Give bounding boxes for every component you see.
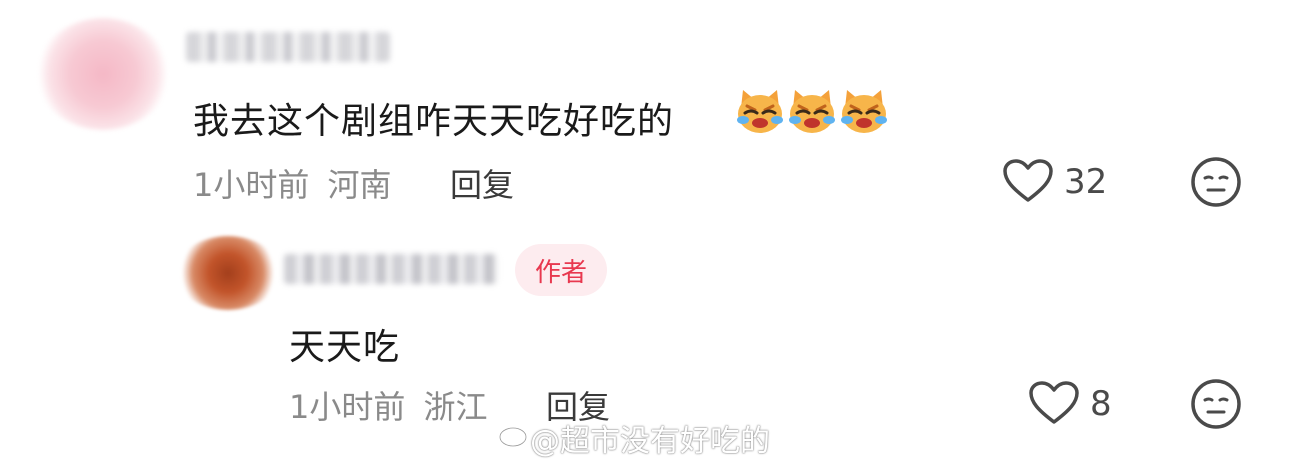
- author-username-blurred[interactable]: [284, 254, 498, 284]
- like-count: 32: [1064, 162, 1108, 202]
- reply-time: 1小时前: [289, 388, 406, 426]
- meh-face-icon[interactable]: [1190, 156, 1242, 208]
- author-badge: 作者: [515, 244, 607, 296]
- meh-face-icon[interactable]: [1190, 378, 1242, 430]
- heart-outline-icon[interactable]: [1002, 158, 1054, 204]
- author-avatar[interactable]: [176, 236, 280, 310]
- reply-text: 天天吃: [289, 327, 401, 368]
- like-count: 8: [1090, 384, 1112, 424]
- reply-meta: 1小时前 浙江: [289, 382, 488, 428]
- comment-text: 我去这个剧组咋天天吃好吃的: [193, 101, 675, 142]
- commenter-username-blurred[interactable]: [186, 32, 390, 62]
- comment-time: 1小时前: [193, 166, 310, 204]
- comment-location: 河南: [327, 166, 392, 204]
- watermark-text: @超市没有好吃的: [530, 424, 770, 459]
- reply-location: 浙江: [423, 388, 488, 426]
- comment-meta: 1小时前 河南: [193, 160, 392, 206]
- reply-button[interactable]: 回复: [450, 160, 514, 206]
- crying-cat-icon: [841, 90, 887, 133]
- heart-outline-icon[interactable]: [1028, 380, 1080, 426]
- weibo-logo-icon: [498, 421, 530, 448]
- comment-emojis: [735, 86, 889, 136]
- commenter-avatar[interactable]: [36, 18, 170, 130]
- crying-cat-icon: [789, 90, 835, 133]
- crying-cat-icon: [737, 90, 783, 133]
